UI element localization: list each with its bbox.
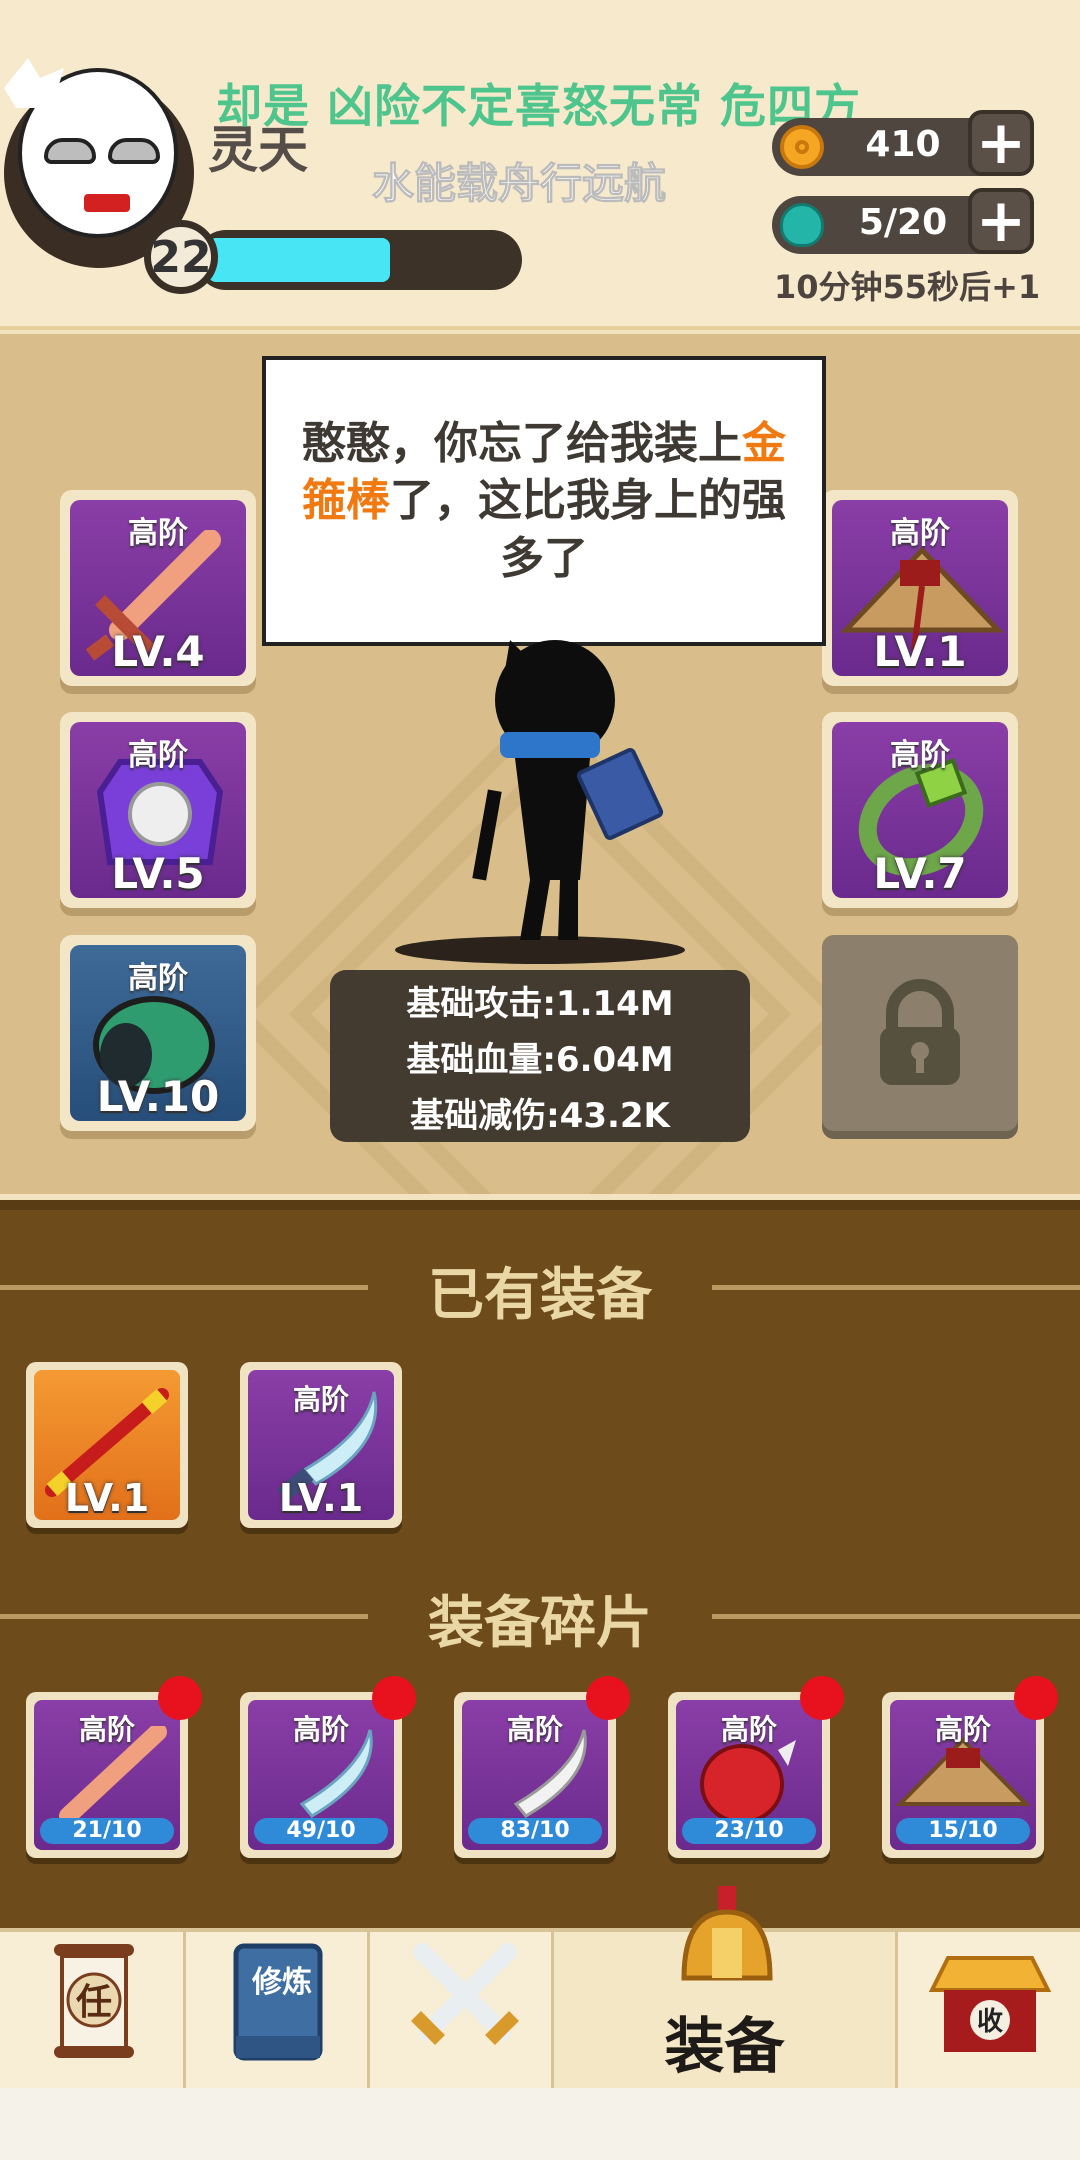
equip-level: LV.7 <box>873 849 967 898</box>
fragment-progress: 49/10 <box>254 1818 388 1844</box>
equip-slot-weapon[interactable]: 高阶 LV.4 <box>60 490 256 686</box>
nav-equip[interactable]: 装备 <box>554 1886 898 2088</box>
equip-grade: 高阶 <box>128 961 188 996</box>
fragment-card[interactable]: 高阶 15/10 <box>882 1692 1044 1858</box>
equip-slot-boots[interactable]: 高阶 LV.10 <box>60 935 256 1131</box>
system-bottom-area <box>0 2088 1080 2160</box>
fragment-progress: 23/10 <box>682 1818 816 1844</box>
fragment-grade: 高阶 <box>720 1713 777 1746</box>
fragment-grade: 高阶 <box>292 1713 349 1746</box>
stat-hp: 基础血量:6.04M <box>406 1040 674 1080</box>
balloon-icon <box>780 203 824 247</box>
fragment-progress: 21/10 <box>40 1818 174 1844</box>
nav-collect[interactable]: 收 <box>898 1932 1080 2088</box>
equip-slot-bracelet[interactable]: 高阶 LV.7 <box>822 712 1018 908</box>
item-grade: 高阶 <box>292 1383 349 1416</box>
nav-tasks[interactable]: 任 <box>0 1932 186 2088</box>
equip-grade: 高阶 <box>128 738 188 773</box>
helmet-icon <box>681 1886 773 1981</box>
equip-level: LV.5 <box>111 849 205 898</box>
notification-dot <box>158 1676 202 1720</box>
notification-dot <box>1014 1676 1058 1720</box>
scroll-icon: 任 <box>54 1944 134 2058</box>
stat-attack: 基础攻击:1.14M <box>406 984 674 1024</box>
stat-reduction: 基础减伤:43.2K <box>410 1096 670 1136</box>
player-level-badge: 22 <box>144 220 218 294</box>
hero-character[interactable] <box>390 640 690 970</box>
nav-collect-glyph: 收 <box>977 2007 1003 2037</box>
shop-icon: 收 <box>928 1956 1052 2052</box>
nav-equip-label: 装备 <box>664 2012 785 2082</box>
stamina-value: 5/20 <box>858 202 948 243</box>
equip-slot-locked[interactable] <box>822 935 1018 1131</box>
nav-train-glyph: 修炼 <box>251 1965 312 2000</box>
fragment-progress: 83/10 <box>468 1818 602 1844</box>
marquee-line-1: 却是 凶险不定喜怒无常 危四方 <box>216 79 862 133</box>
fragment-grade: 高阶 <box>78 1713 135 1746</box>
speech-bubble: 憨憨，你忘了给我装上金箍棒了，这比我身上的强多了 <box>262 356 826 646</box>
book-icon <box>576 748 664 840</box>
lock-icon <box>880 979 960 1085</box>
xp-fill <box>208 238 391 282</box>
item-level: LV.1 <box>64 1476 150 1520</box>
coin-value: 410 <box>865 124 941 165</box>
add-coins-button[interactable]: + <box>968 110 1034 176</box>
book-icon: 修炼 <box>233 1943 323 2061</box>
bottom-navigation: 任 修炼 装备 收 <box>0 1886 1080 2088</box>
marquee-line-2: 水能载舟行远航 <box>371 159 667 209</box>
equip-level: LV.4 <box>111 627 205 676</box>
fragments-title: 装备碎片 <box>428 1591 652 1656</box>
xp-bar <box>196 230 522 290</box>
item-level: LV.1 <box>278 1476 364 1520</box>
fragment-card[interactable]: 高阶 23/10 <box>668 1692 830 1858</box>
equip-slot-armor[interactable]: 高阶 LV.5 <box>60 712 256 908</box>
owned-item-card[interactable]: 高阶 LV.1 <box>240 1362 402 1528</box>
equip-level: LV.1 <box>873 627 967 676</box>
fragment-progress: 15/10 <box>896 1818 1030 1844</box>
crossed-swords-icon <box>411 1943 519 2045</box>
fragment-card[interactable]: 高阶 83/10 <box>454 1692 616 1858</box>
fragment-grade: 高阶 <box>934 1713 991 1746</box>
notification-dot <box>800 1676 844 1720</box>
stamina-timer: 10分钟55秒后+1 <box>774 268 1041 306</box>
nav-tasks-glyph: 任 <box>76 1982 112 2023</box>
nav-battle[interactable] <box>370 1932 554 2088</box>
speech-text-2: 了，这比我身上的强多了 <box>390 475 786 584</box>
fragment-grade: 高阶 <box>506 1713 563 1746</box>
coin-icon <box>780 125 824 169</box>
nav-train[interactable]: 修炼 <box>186 1932 370 2088</box>
equip-grade: 高阶 <box>128 516 188 551</box>
speech-text-1: 憨憨，你忘了给我装上 <box>302 418 742 470</box>
equip-grade: 高阶 <box>890 738 950 773</box>
fragment-card[interactable]: 高阶 49/10 <box>240 1692 402 1858</box>
owned-equipment-title: 已有装备 <box>428 1263 652 1328</box>
base-stats-panel: 基础攻击:1.14M 基础血量:6.04M 基础减伤:43.2K <box>330 970 750 1142</box>
notification-dot <box>586 1676 630 1720</box>
equip-level: LV.10 <box>96 1072 220 1121</box>
fragment-card[interactable]: 高阶 21/10 <box>26 1692 188 1858</box>
equip-grade: 高阶 <box>890 516 950 551</box>
notification-dot <box>372 1676 416 1720</box>
equip-slot-hat[interactable]: 高阶 LV.1 <box>822 490 1018 686</box>
owned-item-card[interactable]: LV.1 <box>26 1362 188 1528</box>
add-stamina-button[interactable]: + <box>968 188 1034 254</box>
